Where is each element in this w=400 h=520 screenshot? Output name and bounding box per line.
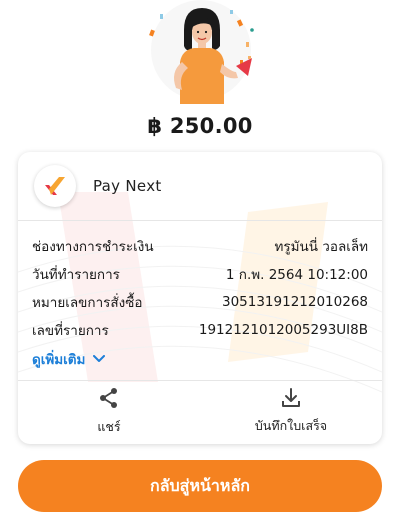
share-label: แชร์ <box>97 419 121 434</box>
detail-value: 1 ก.พ. 2564 10:12:00 <box>225 267 368 283</box>
detail-row-transaction-id: เลขที่รายการ 1912121012005293UI8B <box>32 318 368 342</box>
divider <box>18 220 382 221</box>
payment-amount: ฿ 250.00 <box>147 114 253 138</box>
celebration-illustration <box>149 0 254 104</box>
share-button[interactable]: แชร์ <box>18 380 200 444</box>
detail-value: ทรูมันนี่ วอลเล็ท <box>274 239 368 255</box>
receipt-card: Pay Next ช่องทางการชำระเงิน ทรูมันนี่ วอ… <box>18 152 382 444</box>
back-to-home-button[interactable]: กลับสู่หน้าหลัก <box>18 460 382 512</box>
save-receipt-label: บันทึกใบเสร็จ <box>254 418 328 433</box>
detail-value: 1912121012005293UI8B <box>198 322 368 338</box>
chevron-down-icon <box>93 355 106 362</box>
merchant-header: Pay Next <box>18 152 382 220</box>
merchant-name: Pay Next <box>93 177 162 195</box>
detail-label: หมายเลขการสั่งซื้อ <box>32 295 143 311</box>
detail-label: ช่องทางการชำระเงิน <box>32 239 154 255</box>
save-receipt-button[interactable]: บันทึกใบเสร็จ <box>200 380 382 444</box>
receipt-actions: แชร์ บันทึกใบเสร็จ <box>18 380 382 444</box>
show-more-label: ดูเพิ่มเติม <box>32 352 86 368</box>
detail-row-date: วันที่ทำรายการ 1 ก.พ. 2564 10:12:00 <box>32 262 368 286</box>
show-more-link[interactable]: ดูเพิ่มเติม <box>32 348 106 370</box>
paynext-logo-icon <box>34 165 76 207</box>
detail-label: วันที่ทำรายการ <box>32 267 120 283</box>
detail-row-order-id: หมายเลขการสั่งซื้อ 30513191212010268 <box>32 290 368 314</box>
detail-label: เลขที่รายการ <box>32 323 109 339</box>
detail-row-payment-method: ช่องทางการชำระเงิน ทรูมันนี่ วอลเล็ท <box>32 234 368 258</box>
detail-value: 30513191212010268 <box>221 294 368 310</box>
share-icon <box>100 388 117 408</box>
download-icon <box>282 388 300 407</box>
